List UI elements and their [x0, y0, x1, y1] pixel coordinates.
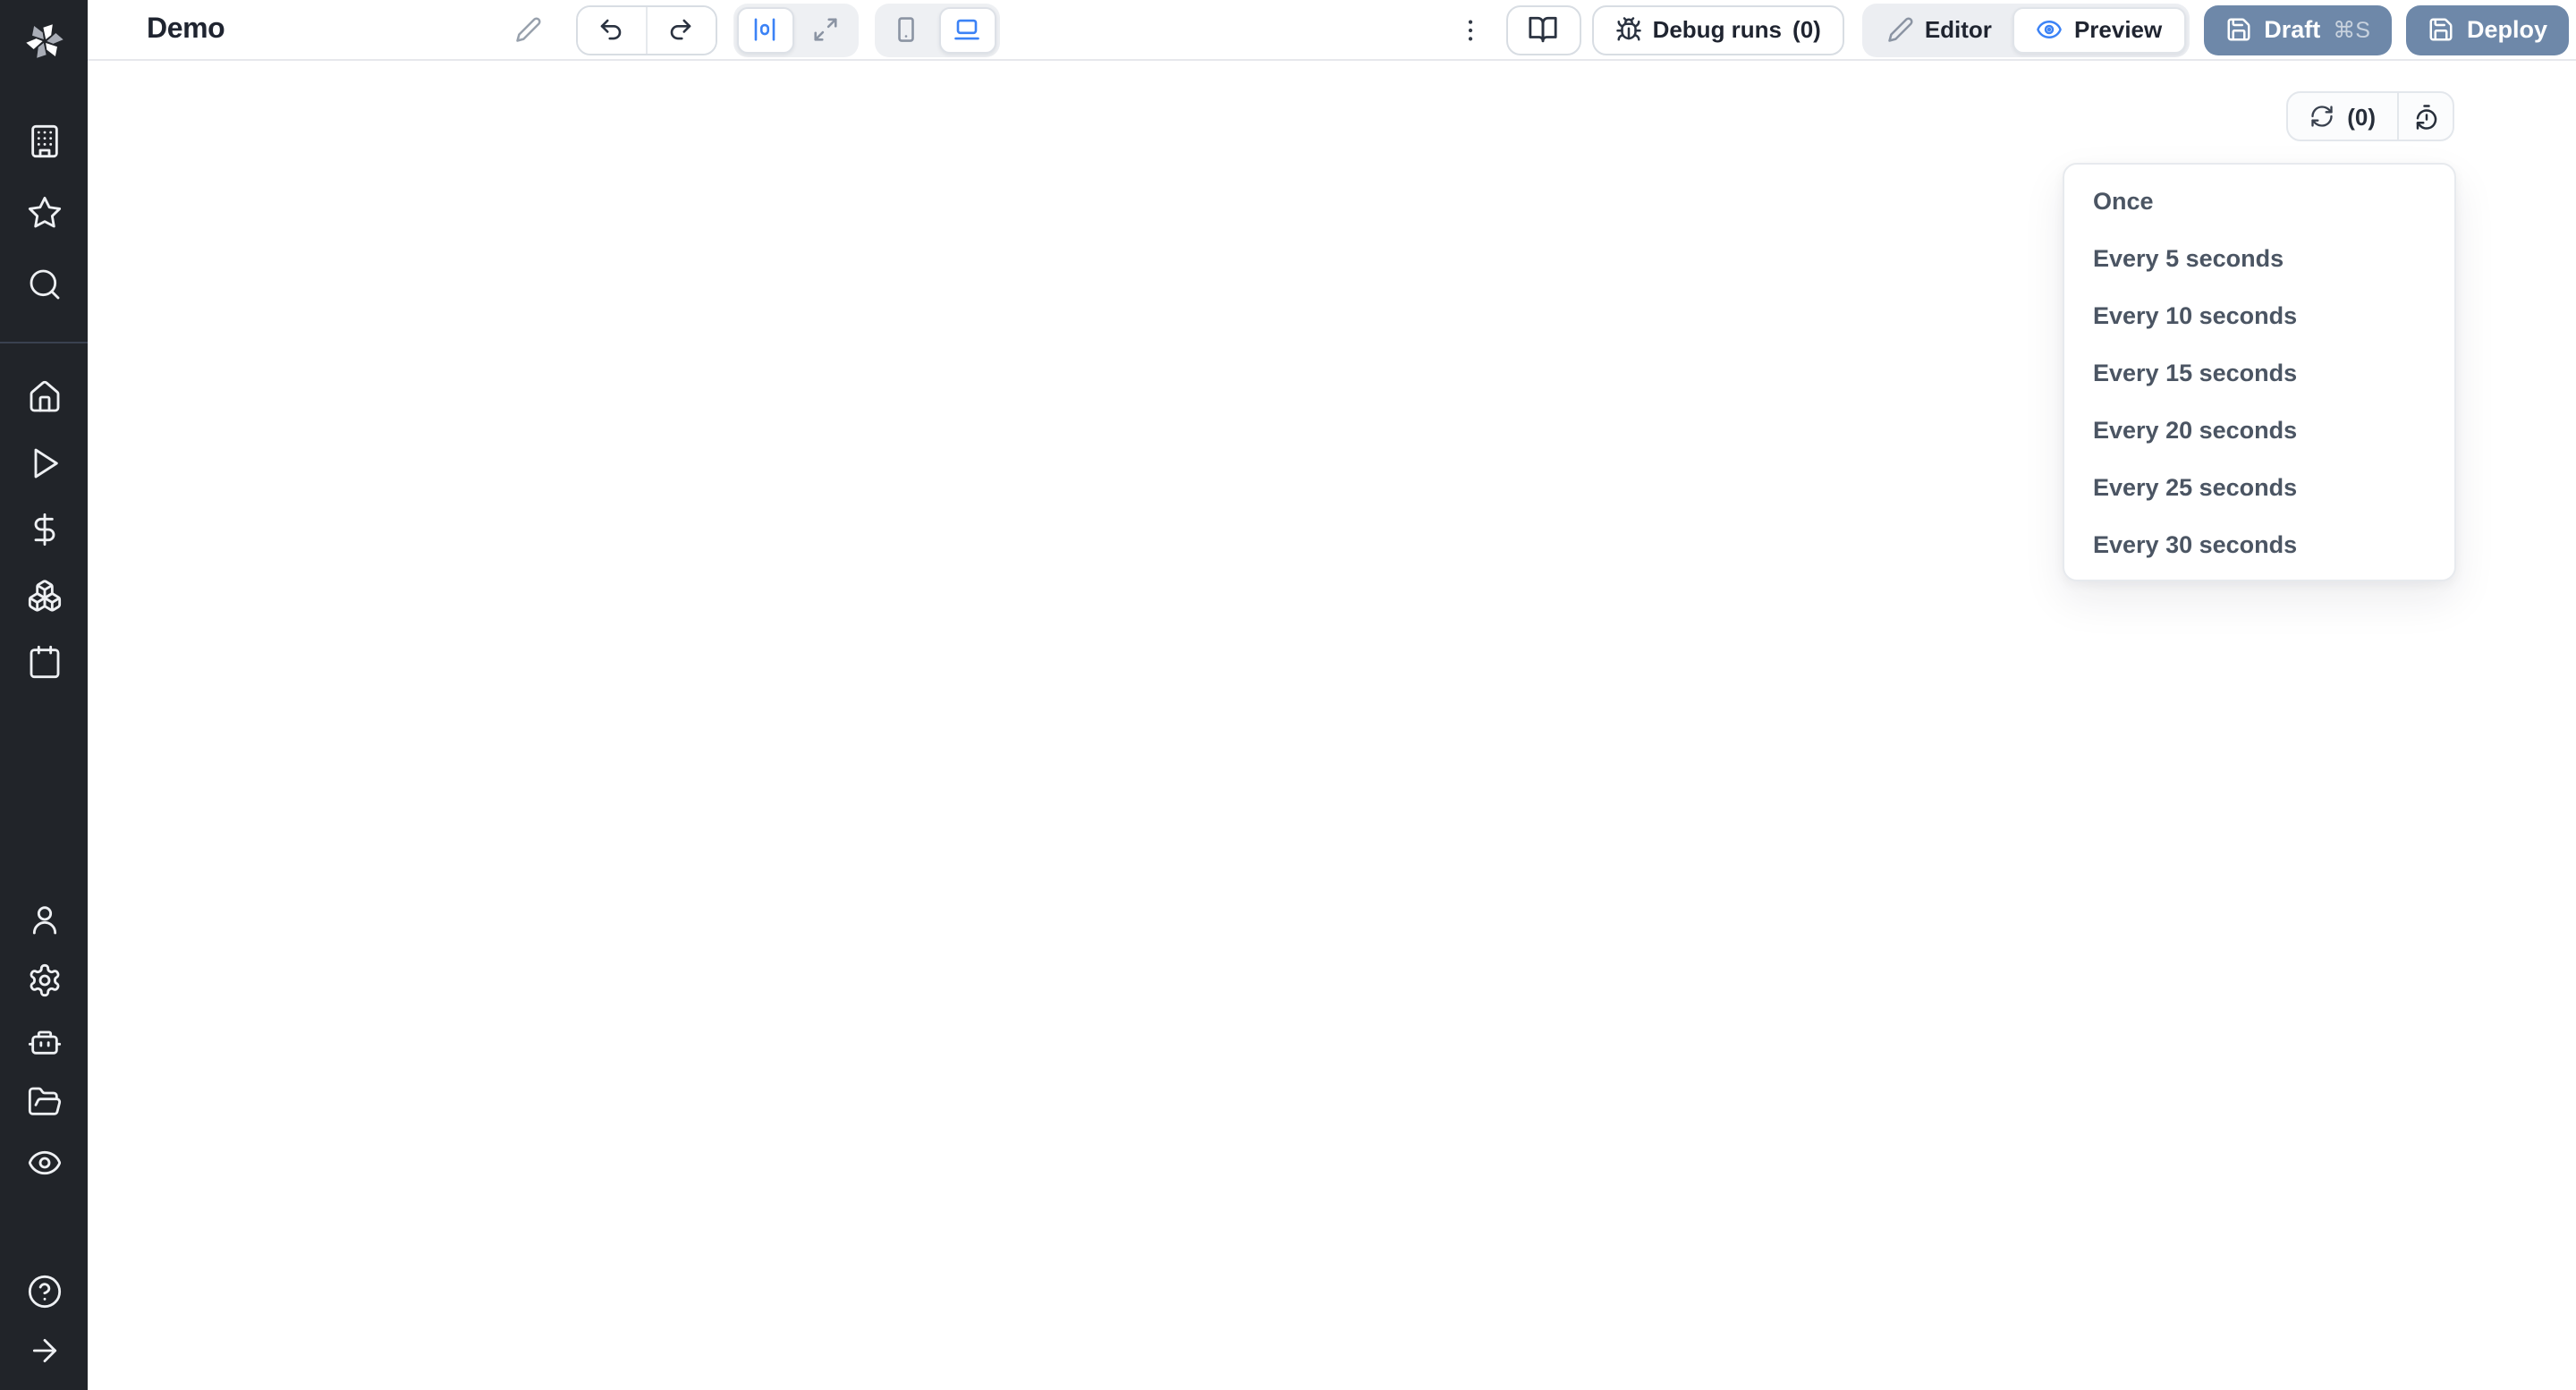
refresh-count: (0) [2347, 103, 2376, 130]
preview-tab-label: Preview [2074, 16, 2162, 43]
sidebar-item-audit[interactable] [0, 1132, 88, 1193]
refresh-interval-button[interactable] [2399, 93, 2453, 140]
sidebar-item-users[interactable] [0, 889, 88, 950]
docs-button[interactable] [1506, 4, 1581, 55]
menu-item-every-10-seconds[interactable]: Every 10 seconds [2064, 286, 2454, 343]
canvas-width-toggle [733, 3, 858, 56]
sidebar-item-expand[interactable] [0, 1320, 88, 1379]
search-icon [26, 267, 62, 302]
sidebar-item-folders[interactable] [0, 1072, 88, 1132]
help-icon [26, 1273, 62, 1309]
sidebar-item-home[interactable] [0, 363, 88, 429]
more-options-button[interactable] [1449, 4, 1492, 55]
timer-icon [2412, 103, 2439, 130]
smartphone-icon [893, 16, 919, 43]
expand-icon [812, 16, 839, 43]
topbar: Demo [88, 0, 2576, 61]
sidebar [0, 0, 88, 1390]
centered-layout-toggle[interactable] [736, 6, 793, 53]
menu-item-every-15-seconds[interactable]: Every 15 seconds [2064, 343, 2454, 401]
debug-runs-count: (0) [1792, 16, 1821, 43]
centered-width-icon [751, 16, 778, 43]
sidebar-item-workers[interactable] [0, 1011, 88, 1072]
sidebar-item-runs[interactable] [0, 429, 88, 496]
home-icon [26, 378, 62, 414]
sidebar-item-help[interactable] [0, 1261, 88, 1320]
tab-editor[interactable]: Editor [1866, 6, 2013, 53]
pencil-icon [515, 16, 542, 43]
refresh-interval-menu: Once Every 5 seconds Every 10 seconds Ev… [2063, 163, 2456, 581]
redo-button[interactable] [647, 6, 715, 53]
app-canvas: (0) Once Every 5 seconds Every 10 second… [88, 61, 2576, 1390]
menu-item-every-5-seconds[interactable]: Every 5 seconds [2064, 229, 2454, 286]
undo-button[interactable] [577, 6, 645, 53]
draft-button[interactable]: Draft ⌘S [2203, 4, 2392, 55]
full-width-toggle[interactable] [797, 6, 854, 53]
sidebar-divider [0, 342, 88, 343]
refresh-button[interactable]: (0) [2288, 93, 2397, 140]
arrow-right-icon [26, 1332, 62, 1368]
boxes-icon [26, 577, 62, 613]
undo-redo-group [575, 4, 716, 55]
desktop-view-toggle[interactable] [938, 6, 996, 53]
bug-icon [1615, 16, 1642, 43]
sidebar-item-variables[interactable] [0, 496, 88, 562]
editor-tab-label: Editor [1925, 16, 1992, 43]
sidebar-item-resources[interactable] [0, 562, 88, 628]
device-toggle [874, 3, 999, 56]
robot-icon [26, 1023, 62, 1059]
debug-runs-label: Debug runs [1653, 16, 1782, 43]
save-icon [2224, 16, 2251, 43]
redo-icon [667, 16, 694, 43]
menu-item-every-20-seconds[interactable]: Every 20 seconds [2064, 401, 2454, 458]
book-open-icon [1529, 14, 1559, 45]
editor-preview-toggle: Editor Preview [1862, 3, 2189, 56]
app-window: Demo [0, 0, 2576, 1390]
edit-title-button[interactable] [511, 4, 547, 55]
folder-open-icon [26, 1084, 62, 1120]
draft-shortcut: ⌘S [2333, 16, 2370, 43]
undo-icon [597, 16, 624, 43]
sidebar-item-workspace[interactable] [0, 106, 88, 177]
gear-icon [26, 962, 62, 998]
sidebar-item-settings[interactable] [0, 950, 88, 1011]
deploy-button-label: Deploy [2467, 16, 2547, 43]
app-logo[interactable] [0, 0, 88, 82]
menu-item-every-25-seconds[interactable]: Every 25 seconds [2064, 458, 2454, 515]
menu-item-once[interactable]: Once [2064, 172, 2454, 229]
mobile-view-toggle[interactable] [877, 6, 935, 53]
page-title: Demo [147, 13, 225, 46]
building-icon [26, 123, 62, 159]
refresh-cluster: (0) [2286, 91, 2454, 141]
kebab-menu-icon [1456, 15, 1485, 44]
pencil-icon [1887, 16, 1914, 43]
play-icon [26, 445, 62, 480]
laptop-icon [953, 16, 980, 43]
sidebar-item-schedules[interactable] [0, 628, 88, 694]
debug-runs-button[interactable]: Debug runs (0) [1592, 4, 1844, 55]
dollar-icon [26, 511, 62, 547]
windmill-logo-icon [22, 20, 65, 63]
eye-icon [2037, 16, 2063, 43]
calendar-icon [26, 643, 62, 679]
user-icon [26, 902, 62, 937]
draft-button-label: Draft [2264, 16, 2320, 43]
deploy-button[interactable]: Deploy [2406, 4, 2569, 55]
sidebar-item-favorites[interactable] [0, 177, 88, 249]
refresh-icon [2309, 104, 2334, 129]
eye-icon [26, 1145, 62, 1181]
sidebar-item-search[interactable] [0, 249, 88, 320]
save-icon [2428, 16, 2454, 43]
star-icon [26, 195, 62, 231]
menu-item-every-30-seconds[interactable]: Every 30 seconds [2064, 515, 2454, 572]
tab-preview[interactable]: Preview [2013, 6, 2185, 53]
